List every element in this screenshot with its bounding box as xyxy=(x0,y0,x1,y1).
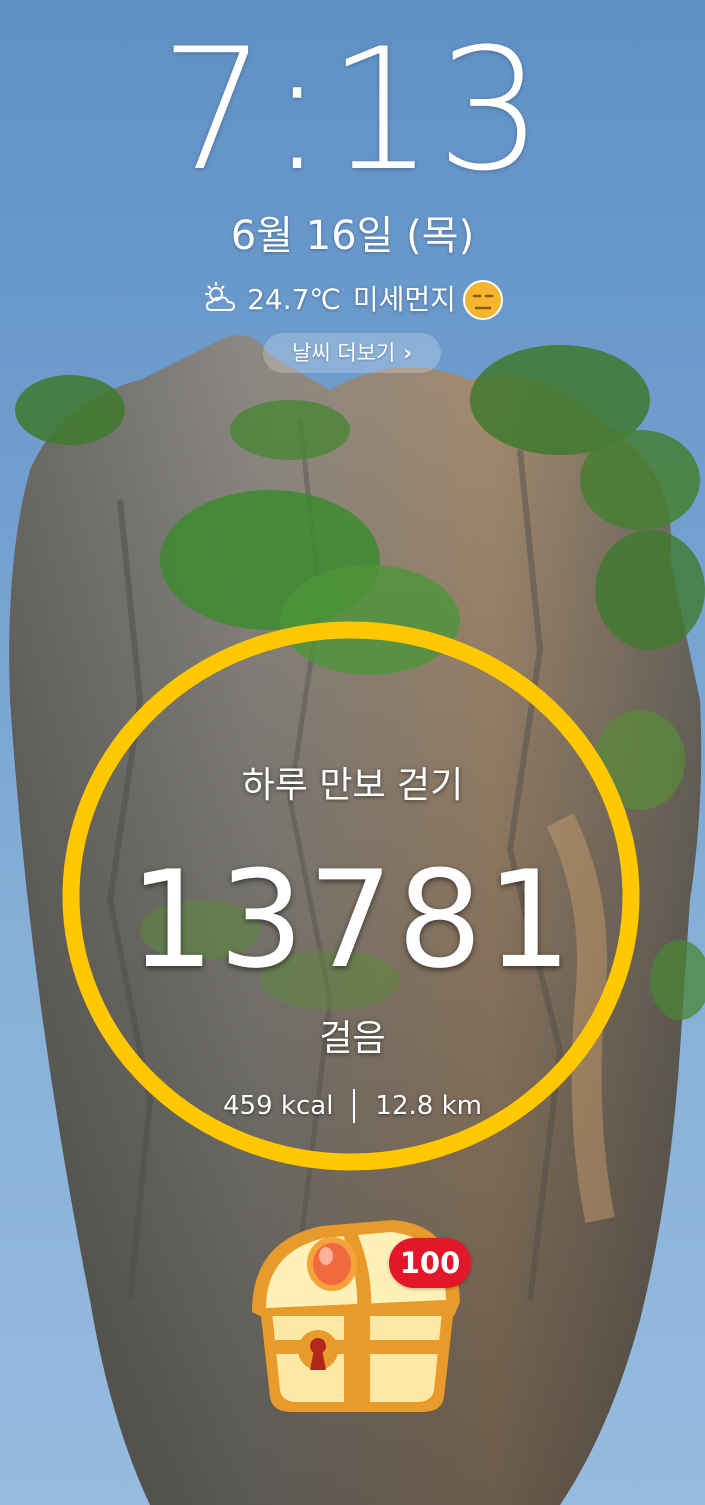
reward-count-badge: 100 xyxy=(389,1238,471,1288)
weather-more-label: 날씨 더보기 xyxy=(292,341,396,365)
weather-summary[interactable]: 24.7℃ 미세먼지 xyxy=(0,278,705,322)
step-unit-label: 걸음 xyxy=(319,1018,386,1059)
calories-value: 459 kcal xyxy=(223,1091,334,1121)
chevron-right-icon: › xyxy=(403,341,412,365)
stats-divider xyxy=(353,1089,356,1123)
lock-date: 6월 16일 (목) xyxy=(230,213,475,259)
lock-clock: 7:13 xyxy=(159,12,546,208)
step-widget-title: 하루 만보 걷기 xyxy=(241,765,464,806)
temperature: 24.7℃ xyxy=(247,283,341,316)
distance-value: 12.8 km xyxy=(375,1091,482,1121)
weather-more-button[interactable]: 날씨 더보기 › xyxy=(263,333,441,373)
fine-dust-label: 미세먼지 xyxy=(352,283,456,316)
partly-cloudy-icon xyxy=(205,282,236,311)
lock-screen: 7:13 6월 16일 (목) 24.7℃ 미세먼지 날씨 더보기 › 하루 만보… xyxy=(0,0,705,1505)
step-stats: 459 kcal 12.8 km xyxy=(0,1086,705,1126)
step-count: 13781 xyxy=(129,842,576,998)
frown-face-icon xyxy=(462,280,503,320)
